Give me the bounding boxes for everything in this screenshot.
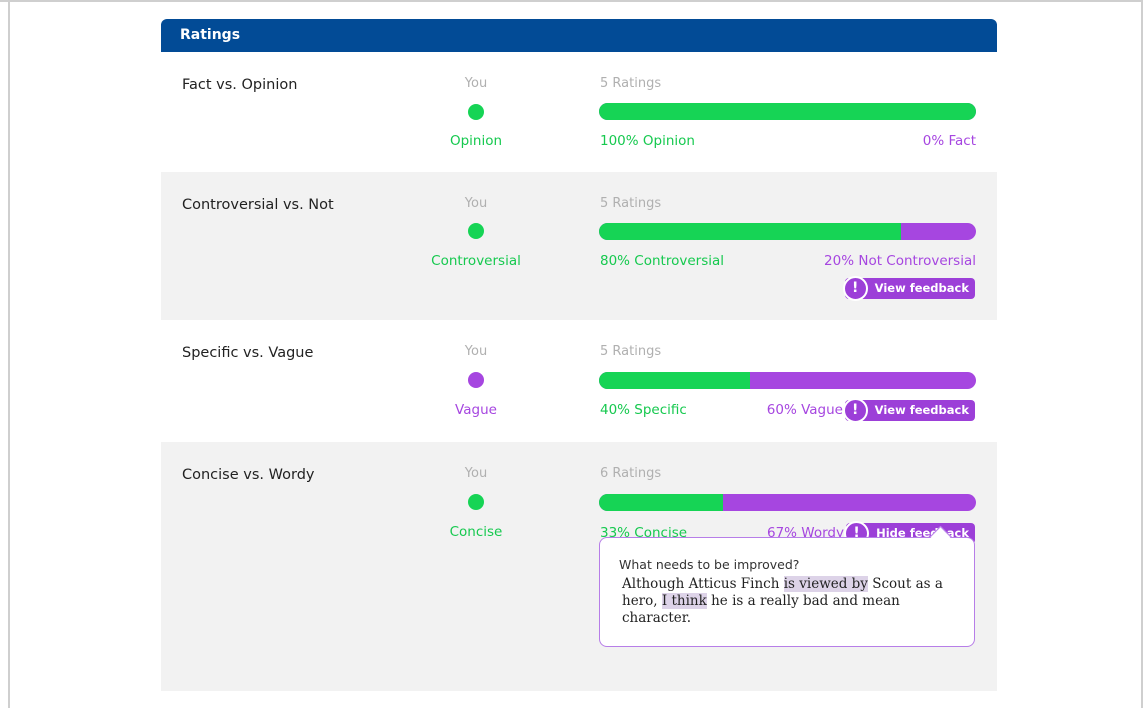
feedback-prompt: What needs to be improved?	[619, 557, 800, 572]
left-percentage: 100% Opinion	[600, 133, 695, 149]
feedback-text: Although Atticus Finch is viewed by Scou…	[622, 576, 962, 627]
feedback-text-segment: Although Atticus Finch	[622, 576, 784, 592]
you-label: You	[464, 76, 488, 91]
feedback-button-label: View feedback	[874, 281, 969, 295]
bar-fill-left	[599, 372, 750, 389]
right-percentage: 60% Vague	[766, 402, 843, 418]
bar-fill-left	[599, 103, 976, 120]
ratings-panel: Ratings Fact vs. Opinion You Opinion 5 R…	[161, 19, 997, 691]
panel-title: Ratings	[161, 19, 997, 52]
you-label: You	[464, 344, 488, 359]
bar-fill-left	[599, 494, 724, 511]
left-percentage: 80% Controversial	[600, 253, 724, 269]
ratings-count: 5 Ratings	[600, 344, 662, 359]
row-title: Fact vs. Opinion	[182, 77, 298, 93]
you-rating-dot	[468, 494, 484, 510]
you-rating-dot	[468, 223, 484, 239]
view-feedback-button[interactable]: ! View feedback	[842, 398, 975, 423]
left-percentage: 40% Specific	[600, 402, 687, 418]
you-rating-dot	[468, 104, 484, 120]
rating-distribution-bar	[599, 494, 976, 511]
alert-icon: !	[842, 398, 868, 423]
bar-fill-left	[599, 223, 901, 240]
page-frame-left	[8, 0, 10, 708]
rating-row-specific-vague: Specific vs. Vague You Vague 5 Ratings 4…	[161, 320, 997, 442]
row-title: Concise vs. Wordy	[182, 467, 315, 483]
rating-distribution-bar	[599, 372, 976, 389]
right-percentage: 20% Not Controversial	[824, 253, 976, 269]
you-rating-value: Concise	[449, 524, 503, 540]
ratings-count: 5 Ratings	[600, 76, 662, 91]
you-label: You	[464, 196, 488, 211]
feedback-highlight: is viewed by	[783, 576, 868, 592]
feedback-highlight: I think	[661, 593, 707, 609]
row-title: Controversial vs. Not	[182, 197, 334, 213]
ratings-count: 6 Ratings	[600, 466, 662, 481]
ratings-count: 5 Ratings	[600, 196, 662, 211]
alert-icon: !	[842, 276, 868, 301]
rating-distribution-bar	[599, 103, 976, 120]
you-rating-value: Controversial	[431, 253, 521, 269]
rating-distribution-bar	[599, 223, 976, 240]
you-rating-value: Vague	[455, 402, 497, 418]
right-percentage: 0% Fact	[922, 133, 976, 149]
rating-row-fact-opinion: Fact vs. Opinion You Opinion 5 Ratings 1…	[161, 52, 997, 172]
row-title: Specific vs. Vague	[182, 345, 314, 361]
you-rating-value: Opinion	[449, 133, 503, 149]
feedback-popover: What needs to be improved? Although Atti…	[599, 525, 975, 647]
view-feedback-button[interactable]: ! View feedback	[842, 276, 975, 301]
rating-row-concise-wordy: Concise vs. Wordy You Concise 6 Ratings …	[161, 442, 997, 691]
page-frame-top	[0, 0, 1143, 2]
you-label: You	[464, 466, 488, 481]
rating-row-controversial: Controversial vs. Not You Controversial …	[161, 172, 997, 320]
feedback-button-label: View feedback	[874, 403, 969, 417]
you-rating-dot	[468, 372, 484, 388]
